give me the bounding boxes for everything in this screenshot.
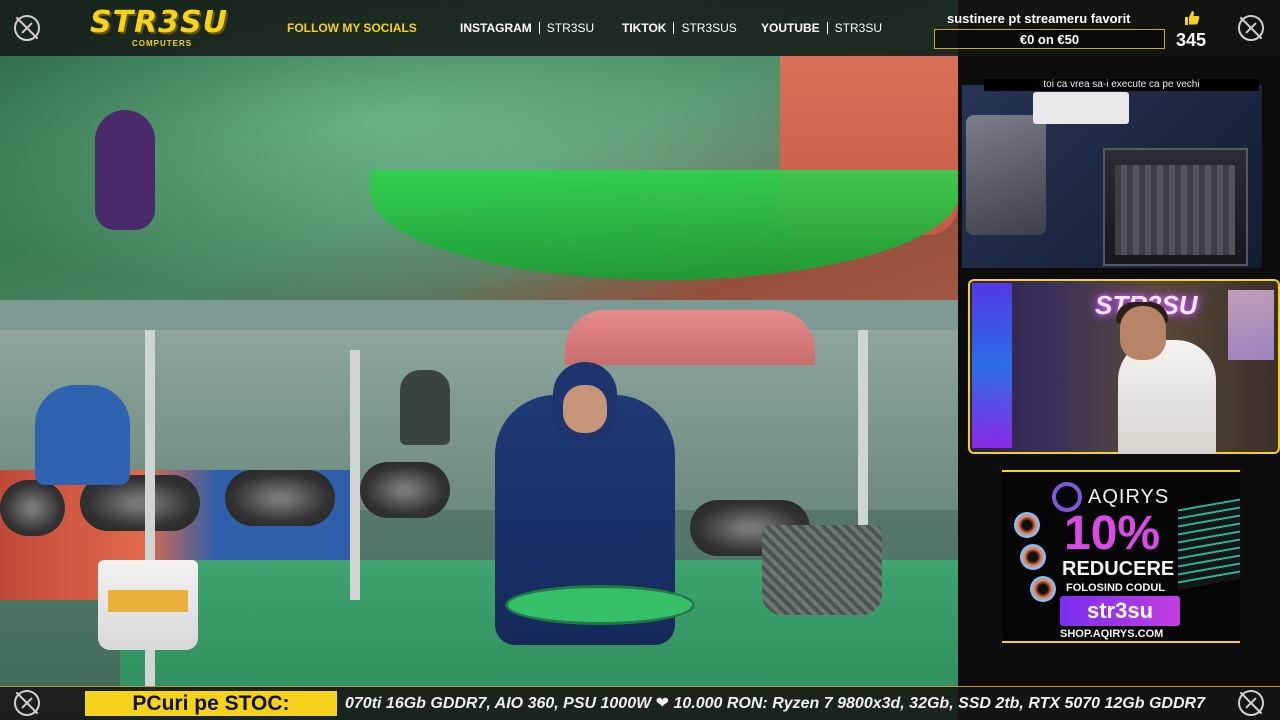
likes-count: 345 [1176, 30, 1207, 50]
person-rowing [400, 370, 450, 445]
crosshair-circle-icon [14, 15, 40, 41]
rgb-fan-icon [1030, 576, 1056, 602]
person-blue-jacket [35, 385, 130, 485]
donation-progress-bar: €0 on €50 [934, 29, 1165, 49]
sponsor-headline: REDUCERE [1062, 558, 1175, 580]
follow-socials-label: FOLLOW MY SOCIALS [287, 21, 417, 35]
white-keyboard [1033, 92, 1129, 124]
divider [673, 22, 675, 34]
woman-face [563, 385, 607, 433]
divider [538, 22, 540, 34]
donation-goal-title: sustinere pt streameru favorit [947, 11, 1131, 26]
streamer-head [1120, 306, 1166, 360]
tire [225, 470, 335, 526]
donation-progress-text: €0 on €50 [1019, 31, 1080, 47]
desk-cam-caption: toi ca vrea sa-i execute ca pe vechi [984, 79, 1259, 91]
pc-internals [1115, 165, 1235, 255]
social-tiktok[interactable]: TIKTOK STR3SUS [622, 21, 737, 35]
logo-text: STR3SU [90, 5, 229, 40]
channel-logo: STR3SU COMPUTERS [90, 8, 240, 50]
bucket-label [108, 590, 188, 612]
social-handle: STR3SU [834, 21, 883, 35]
pink-boat-roof [565, 310, 815, 365]
crosshair-circle-icon [1238, 690, 1264, 716]
divider [826, 22, 828, 34]
rgb-fan-icon [1020, 544, 1046, 570]
sponsor-subline: FOLOSIND CODUL [1066, 582, 1165, 594]
rgb-keyboard-graphic [1178, 498, 1240, 590]
social-youtube[interactable]: YOUTUBE STR3SU [761, 21, 882, 35]
crosshair-circle-icon [1238, 15, 1264, 41]
sponsor-brand: AQIRYS [1088, 486, 1170, 508]
social-handle: STR3SUS [681, 21, 737, 35]
social-instagram[interactable]: INSTAGRAM STR3SU [460, 21, 594, 35]
gray-basket [762, 525, 882, 615]
thumbs-up-icon [1185, 11, 1200, 25]
social-handle: STR3SU [546, 21, 595, 35]
sponsor-code: str3su [1060, 596, 1180, 626]
logo-subtext: COMPUTERS [132, 39, 193, 48]
green-basket [505, 585, 695, 625]
social-network-name: INSTAGRAM [460, 21, 532, 35]
crosshair-circle-icon [14, 690, 40, 716]
sponsor-banner[interactable]: AQIRYS 10% REDUCERE FOLOSIND CODUL str3s… [1002, 470, 1240, 643]
hanging-glove [95, 110, 155, 230]
pole [858, 330, 868, 530]
hex-lights [1228, 290, 1274, 360]
pole [350, 350, 360, 600]
ticker-scroll-text: 070ti 16Gb GDDR7, AIO 360, PSU 1000W ❤ 1… [345, 695, 1205, 712]
sponsor-url[interactable]: SHOP.AQIRYS.COM [1060, 628, 1163, 640]
main-video-feed [0, 0, 958, 720]
social-network-name: TIKTOK [622, 21, 667, 35]
sponsor-discount: 10% [1064, 507, 1161, 560]
neon-panel [972, 283, 1012, 448]
tire [0, 480, 65, 536]
tire [360, 462, 450, 518]
rgb-fan-icon [1014, 512, 1040, 538]
ticker-label: PCuri pe STOC: [85, 691, 337, 716]
tools-on-desk [966, 115, 1046, 235]
social-network-name: YOUTUBE [761, 21, 820, 35]
